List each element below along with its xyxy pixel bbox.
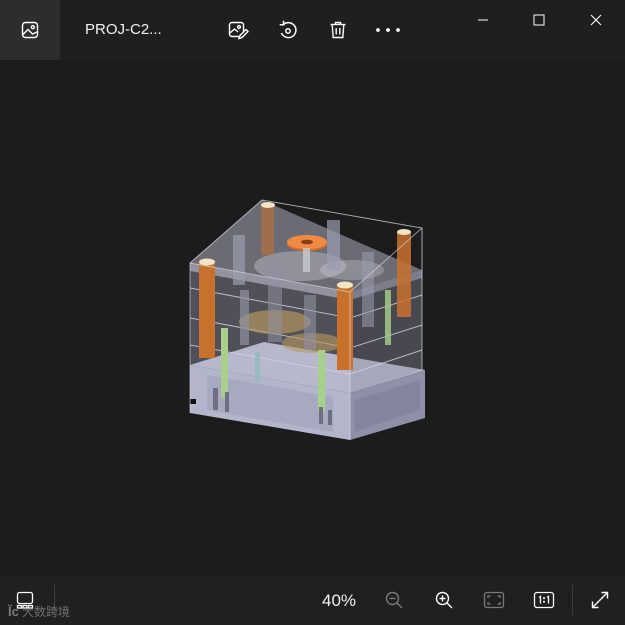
delete-icon — [328, 20, 348, 40]
zoom-out-button[interactable] — [378, 584, 410, 616]
bottom-toolbar: 40% — [0, 575, 625, 625]
zoom-level[interactable]: 40% — [322, 591, 356, 611]
rotate-icon — [277, 19, 299, 41]
close-button[interactable] — [568, 0, 624, 40]
fullscreen-icon — [590, 590, 610, 610]
zoom-in-button[interactable] — [428, 584, 460, 616]
file-title: PROJ-C2... — [85, 21, 162, 38]
maximize-button[interactable] — [511, 0, 567, 40]
actual-size-icon — [533, 591, 555, 609]
fullscreen-button[interactable] — [584, 584, 616, 616]
watermark-text: 大数跨境 — [21, 605, 70, 619]
maximize-icon — [533, 14, 545, 26]
photo-icon — [20, 20, 40, 40]
delete-button[interactable] — [322, 14, 354, 46]
edit-image-button[interactable] — [222, 14, 254, 46]
actual-size-button[interactable] — [528, 584, 560, 616]
zoom-in-icon — [434, 590, 454, 610]
fit-to-window-button[interactable] — [478, 584, 510, 616]
more-icon — [375, 27, 401, 33]
close-icon — [590, 14, 602, 26]
watermark-logo: Ĭc — [8, 604, 19, 619]
minimize-icon — [477, 19, 489, 21]
rotate-button[interactable] — [272, 14, 304, 46]
zoom-out-icon — [384, 590, 404, 610]
mold-assembly-image — [189, 199, 425, 440]
fit-to-window-icon — [483, 591, 505, 609]
title-bar: PROJ-C2... — [0, 0, 625, 60]
more-options-button[interactable] — [372, 14, 404, 46]
watermark: Ĭc 大数跨境 — [8, 603, 70, 620]
image-canvas[interactable] — [0, 60, 625, 575]
minimize-button[interactable] — [455, 0, 511, 40]
edit-image-icon — [227, 19, 249, 41]
app-menu-button[interactable] — [0, 0, 60, 60]
toolbar-divider — [572, 585, 573, 615]
